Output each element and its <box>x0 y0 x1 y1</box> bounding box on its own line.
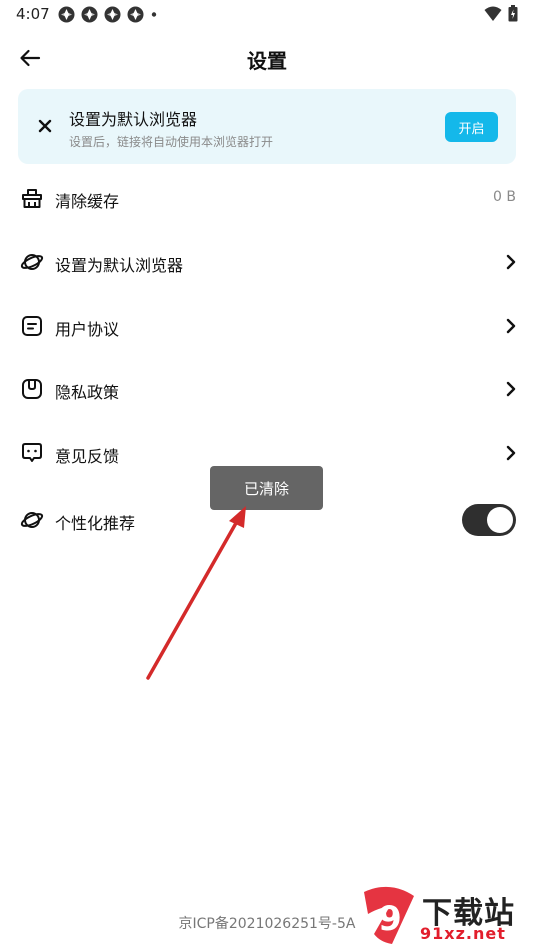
broom-icon <box>22 189 42 208</box>
watermark-domain: 91xz.net <box>420 924 506 943</box>
notification-icon <box>127 6 144 23</box>
chevron-right-icon <box>506 445 516 461</box>
document-icon <box>22 316 42 336</box>
personalized-recommendation-toggle[interactable] <box>462 504 516 536</box>
chevron-right-icon <box>506 254 516 270</box>
banner-close-button[interactable] <box>36 117 54 135</box>
chevron-right-icon <box>506 381 516 397</box>
menu-label: 设置为默认浏览器 <box>55 256 184 275</box>
menu-label: 清除缓存 <box>55 192 120 211</box>
privacy-icon <box>22 379 42 399</box>
status-notification-icons <box>58 6 158 23</box>
site-watermark: 9 下载站 91xz.net <box>360 884 534 950</box>
status-bar: 4:07 <box>0 0 534 28</box>
enable-button[interactable]: 开启 <box>445 112 498 142</box>
close-icon <box>38 119 52 133</box>
menu-item-clear-cache[interactable]: 清除缓存 0 B <box>0 173 534 223</box>
status-time: 4:07 <box>16 5 50 23</box>
notification-icon <box>104 6 121 23</box>
battery-icon <box>508 5 518 22</box>
menu-label: 用户协议 <box>55 320 120 339</box>
menu-item-privacy-policy[interactable]: 隐私政策 <box>0 364 534 414</box>
header: 设置 <box>0 36 534 80</box>
page-title: 设置 <box>247 49 287 73</box>
planet-icon <box>20 512 44 528</box>
menu-item-default-browser[interactable]: 设置为默认浏览器 <box>0 237 534 287</box>
toggle-knob <box>487 507 513 533</box>
feedback-icon <box>22 443 42 462</box>
banner-title: 设置为默认浏览器 <box>69 110 198 129</box>
dot-icon <box>151 12 157 17</box>
toast-message: 已清除 <box>210 466 323 510</box>
cache-size-value: 0 B <box>493 189 516 205</box>
menu-label: 意见反馈 <box>55 447 120 466</box>
watermark-logo-icon: 9 <box>364 886 414 944</box>
menu-label: 隐私政策 <box>55 383 120 402</box>
default-browser-banner: 设置为默认浏览器 设置后，链接将自动使用本浏览器打开 开启 <box>18 89 516 164</box>
menu-label: 个性化推荐 <box>55 514 136 533</box>
notification-icon <box>81 6 98 23</box>
status-system-icons <box>484 5 518 22</box>
wifi-icon <box>484 6 502 21</box>
menu-item-user-agreement[interactable]: 用户协议 <box>0 301 534 351</box>
planet-icon <box>20 254 44 270</box>
chevron-right-icon <box>506 318 516 334</box>
banner-subtitle: 设置后，链接将自动使用本浏览器打开 <box>69 135 274 149</box>
watermark-number: 9 <box>378 899 402 939</box>
notification-icon <box>58 6 75 23</box>
